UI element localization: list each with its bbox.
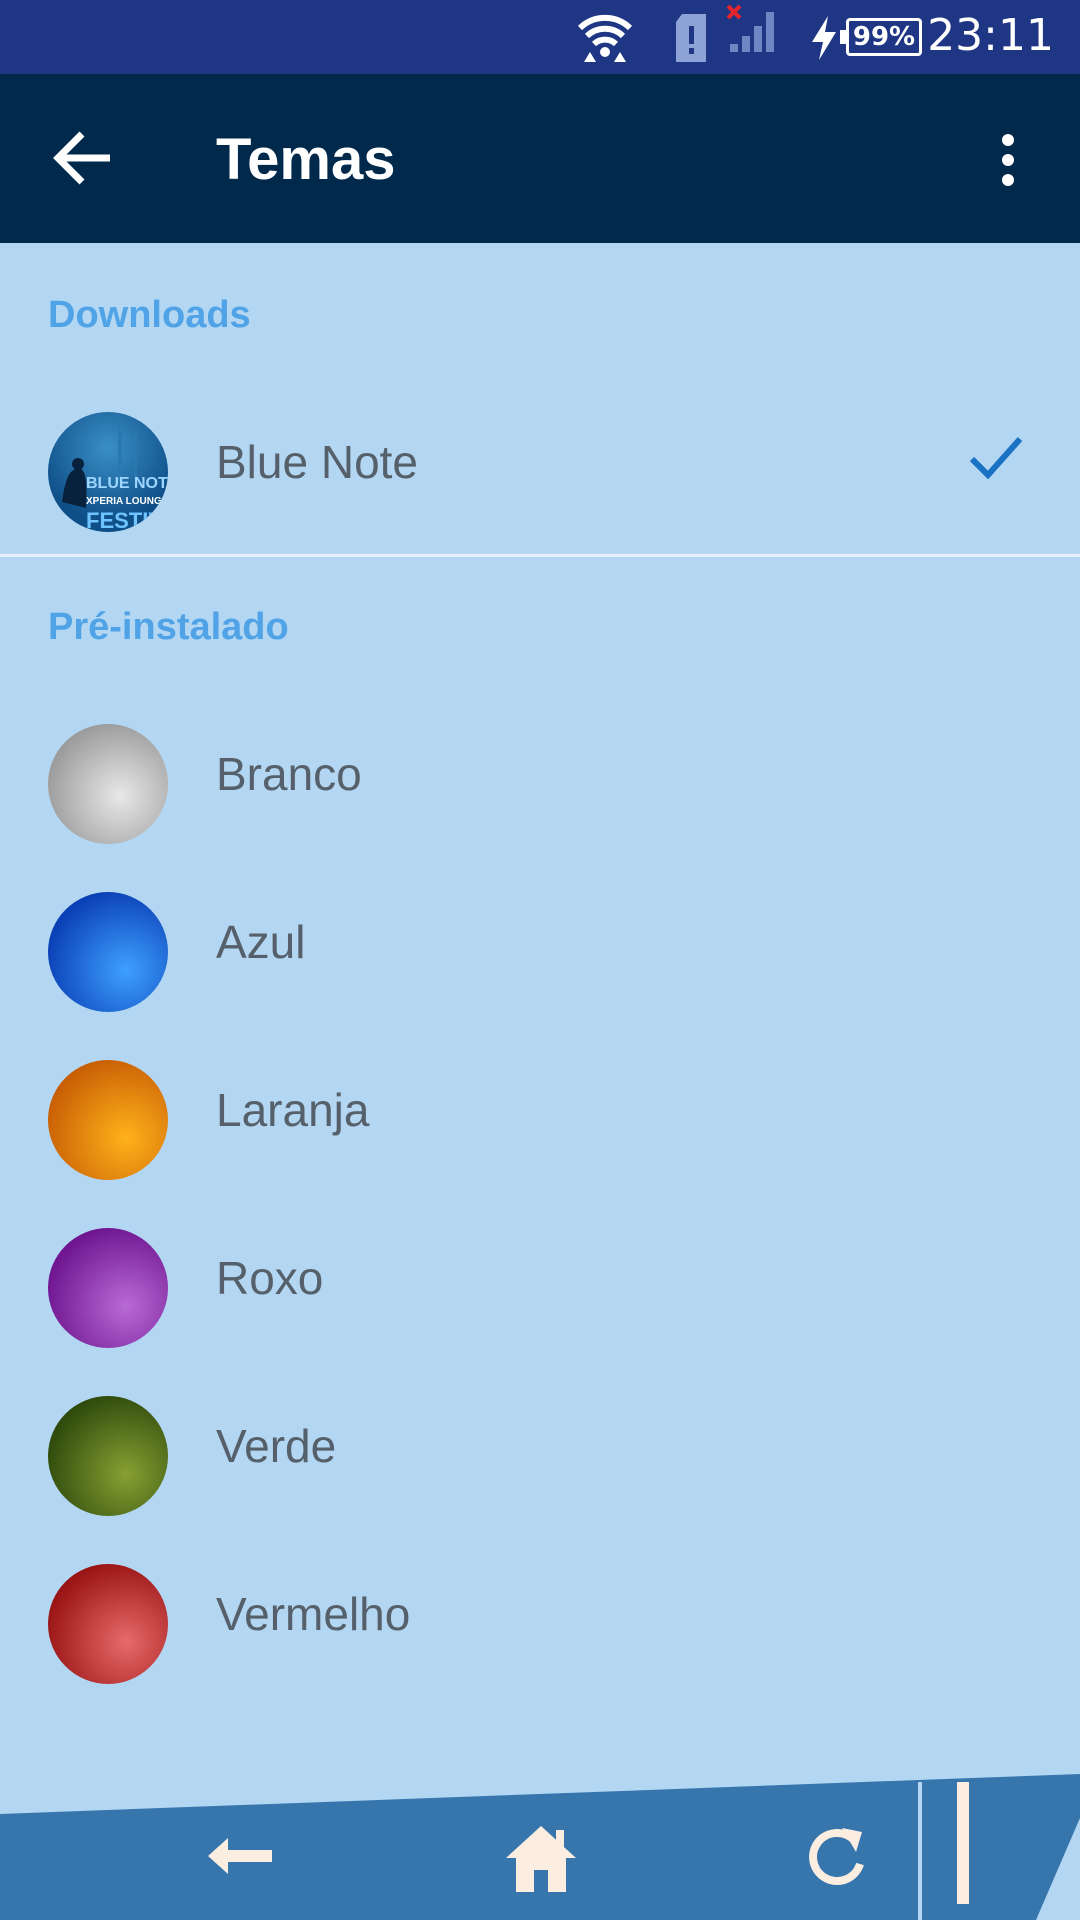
- theme-thumbnail-laranja: [48, 1060, 168, 1180]
- theme-label: Branco: [216, 748, 362, 800]
- theme-thumbnail-roxo: [48, 1228, 168, 1348]
- battery-indicator: 99%: [840, 18, 922, 56]
- arrow-left-icon[interactable]: [50, 128, 116, 188]
- thumb-text-3: FESTIV: [86, 508, 163, 532]
- nav-panel-icon[interactable]: [954, 1782, 974, 1904]
- nav-back-icon[interactable]: [204, 1834, 276, 1878]
- navigation-bar: [0, 1774, 1080, 1920]
- app-bar: Temas: [0, 74, 1080, 243]
- section-header-downloads: Downloads: [48, 294, 251, 336]
- wifi-icon: [577, 14, 633, 62]
- theme-label: Blue Note: [216, 436, 419, 488]
- theme-item-laranja[interactable]: Laranja: [0, 1033, 1080, 1183]
- signal-no-service-icon: [726, 4, 774, 52]
- nav-home-icon[interactable]: [504, 1824, 578, 1894]
- theme-thumbnail-verde: [48, 1396, 168, 1516]
- section-header-preinstalled: Pré-instalado: [48, 606, 289, 648]
- theme-item-verde[interactable]: Verde: [0, 1369, 1080, 1519]
- theme-label: Laranja: [216, 1084, 370, 1136]
- thumb-text-2: XPERIA LOUNGE: [86, 496, 168, 507]
- check-icon: [969, 437, 1023, 480]
- clock: 23:11: [927, 10, 1054, 61]
- section-divider: [0, 554, 1080, 557]
- theme-label: Verde: [216, 1420, 337, 1472]
- more-vert-icon[interactable]: [990, 132, 1026, 188]
- blue-note-thumbnail: BLUE NOTE XPERIA LOUNGE FESTIV: [48, 412, 168, 532]
- sim-alert-icon: [676, 14, 706, 62]
- theme-thumbnail-vermelho: [48, 1564, 168, 1684]
- theme-thumbnail-azul: [48, 892, 168, 1012]
- theme-label: Vermelho: [216, 1588, 411, 1640]
- page-title: Temas: [216, 127, 396, 192]
- status-bar: 99% 23:11: [0, 0, 1080, 74]
- blue-note-artwork: BLUE NOTE XPERIA LOUNGE FESTIV: [62, 422, 168, 532]
- charging-icon: [812, 16, 836, 60]
- theme-item-vermelho[interactable]: Vermelho: [0, 1537, 1080, 1687]
- theme-item-roxo[interactable]: Roxo: [0, 1201, 1080, 1351]
- theme-label: Roxo: [216, 1252, 324, 1304]
- theme-item-branco[interactable]: Branco: [0, 697, 1080, 847]
- theme-item-blue-note[interactable]: BLUE NOTE XPERIA LOUNGE FESTIV Blue Note: [0, 385, 1080, 535]
- theme-label: Azul: [216, 916, 306, 968]
- thumb-text-1: BLUE NOTE: [86, 475, 168, 492]
- theme-thumbnail-branco: [48, 724, 168, 844]
- nav-recents-icon[interactable]: [806, 1824, 866, 1890]
- theme-item-azul[interactable]: Azul: [0, 865, 1080, 1015]
